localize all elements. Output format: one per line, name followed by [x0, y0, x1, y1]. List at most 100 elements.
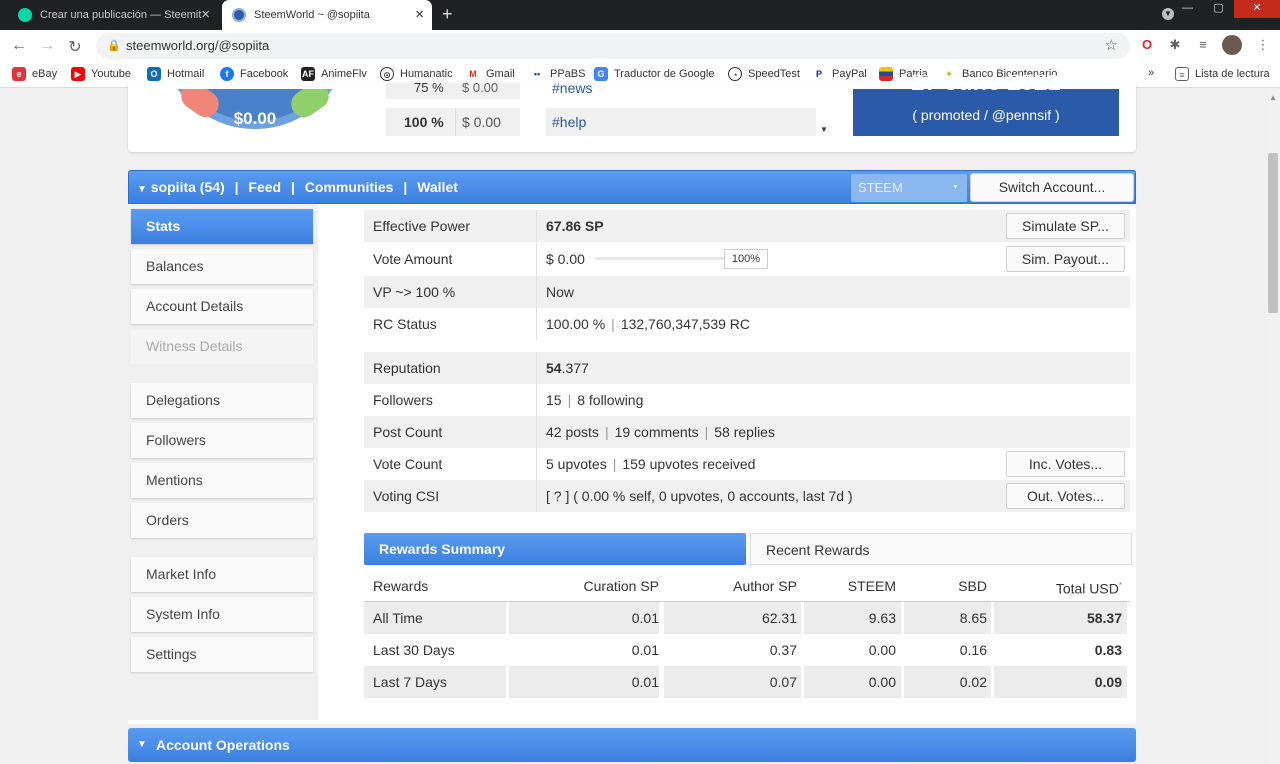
collapse-triangle-icon: ▼: [137, 739, 147, 750]
tab-steemworld[interactable]: SteemWorld ~ @sopiita ×: [222, 0, 432, 30]
scrollbar-thumb[interactable]: [1268, 153, 1278, 313]
tab-title: Crear una publicación — Steemit: [40, 9, 202, 21]
close-window-icon[interactable]: ✕: [1234, 0, 1280, 18]
scroll-down-icon[interactable]: ▼: [820, 125, 828, 134]
wallet-link[interactable]: Wallet: [417, 179, 458, 195]
table-cell-steem: 9.63: [804, 602, 896, 634]
promo-banner[interactable]: 27 June 2021 ( promoted / @pennsif ): [849, 75, 1123, 139]
forward-icon[interactable]: →: [38, 37, 56, 55]
bookmark-hotmail[interactable]: O Hotmail: [147, 67, 204, 81]
simulate-sp-button[interactable]: Simulate SP...: [1006, 213, 1125, 239]
humanatic-icon: ⊙: [380, 67, 394, 81]
following-count[interactable]: 8 following: [577, 392, 643, 408]
upvotes-received: 159 upvotes received: [622, 456, 756, 472]
collapse-triangle-icon[interactable]: ▼: [137, 184, 147, 195]
bookmark-gmail[interactable]: M Gmail: [466, 67, 515, 81]
scroll-up-icon[interactable]: ▲: [1269, 93, 1277, 102]
inc-votes-button[interactable]: Inc. Votes...: [1006, 451, 1125, 477]
bookmark-translate[interactable]: G Traductor de Google: [594, 67, 714, 81]
tab-rewards-summary[interactable]: Rewards Summary: [364, 533, 746, 565]
translate-icon: G: [594, 67, 608, 81]
tag-list: #news #help ▼: [540, 83, 834, 139]
sidebar-item-balances[interactable]: Balances: [131, 249, 313, 284]
window-controls: — ▢ ✕: [1172, 0, 1280, 18]
bookmark-humanatic[interactable]: ⊙ Humanatic: [380, 67, 453, 81]
vote-row: 75 % $ 0.00: [386, 83, 520, 99]
sim-payout-button[interactable]: Sim. Payout...: [1006, 246, 1125, 272]
table-cell-curation: 0.01: [631, 642, 659, 658]
gmail-icon: M: [466, 67, 480, 81]
sidebar-item-account-details[interactable]: Account Details: [131, 289, 313, 324]
bookmark-facebook[interactable]: f Facebook: [220, 67, 288, 81]
tag-item[interactable]: #help: [546, 108, 816, 136]
tab-steemit[interactable]: Crear una publicación — Steemit ×: [8, 0, 218, 30]
tab-recent-rewards[interactable]: Recent Rewards: [750, 533, 1132, 565]
feed-link[interactable]: Feed: [248, 179, 281, 195]
menu-icon[interactable]: ⋮: [1254, 36, 1272, 54]
bookmark-star-icon[interactable]: ☆: [1105, 33, 1118, 59]
sidebar-item-witness-details[interactable]: Witness Details: [131, 329, 313, 364]
bookmark-ebay[interactable]: e eBay: [12, 67, 57, 81]
table-row: All Time 0.01 62.31 9.63 8.65 58.37: [364, 602, 1130, 634]
table-cell-sbd: 8.65: [904, 602, 987, 634]
reload-icon[interactable]: ↻: [66, 37, 84, 57]
url-bar[interactable]: 🔒 steemworld.org/@sopiita ☆: [96, 33, 1130, 59]
tab-strip: Crear una publicación — Steemit × SteemW…: [0, 0, 1280, 30]
rc-pct: 100.00 %: [546, 316, 606, 332]
communities-link[interactable]: Communities: [305, 179, 394, 195]
out-votes-button[interactable]: Out. Votes...: [1006, 483, 1125, 509]
stat-row-post-count: Post Count 42 posts | 19 comments | 58 repli…: [364, 416, 1130, 448]
new-tab-icon[interactable]: +: [442, 4, 453, 25]
bookmark-animeflv[interactable]: AF AnimeFlv: [301, 67, 367, 81]
sidebar-item-settings[interactable]: Settings: [131, 637, 313, 672]
bookmark-speedtest[interactable]: ◔ SpeedTest: [728, 67, 800, 81]
vp-value: Now: [546, 284, 575, 300]
close-tab-icon[interactable]: ×: [201, 7, 210, 22]
lock-icon: 🔒: [107, 40, 121, 52]
gauge-value: $0.00: [233, 109, 277, 128]
sidebar-item-delegations[interactable]: Delegations: [131, 383, 313, 418]
vote-weight-slider-handle[interactable]: 100%: [724, 249, 768, 269]
table-header-row: Rewards Curation SP Author SP STEEM SBD …: [364, 570, 1130, 602]
table-cell-curation: 0.01: [509, 602, 659, 634]
table-cell-period: All Time: [373, 602, 503, 634]
profile-avatar[interactable]: [1222, 35, 1242, 55]
switch-account-button[interactable]: Switch Account...: [970, 173, 1134, 202]
promo-date: 27 June 2021: [911, 75, 1061, 96]
vote-gauge: $0.00: [160, 89, 350, 134]
table-cell-sbd: 0.16: [959, 642, 987, 658]
reading-list[interactable]: ≡ Lista de lectura: [1175, 67, 1270, 81]
tag-item[interactable]: #news: [546, 83, 816, 99]
sidebar-item-orders[interactable]: Orders: [131, 503, 313, 538]
sidebar-item-mentions[interactable]: Mentions: [131, 463, 313, 498]
account-name-link[interactable]: sopiita (54): [151, 179, 225, 195]
reading-list-icon: ≡: [1175, 67, 1189, 81]
extensions-icon[interactable]: ✱: [1166, 36, 1184, 54]
sidebar-item-system-info[interactable]: System Info: [131, 597, 313, 632]
reading-mode-icon[interactable]: ≡: [1194, 36, 1212, 54]
opera-icon[interactable]: O: [1138, 36, 1156, 54]
table-cell-steem: 0.00: [804, 666, 896, 698]
followers-count[interactable]: 15: [546, 392, 562, 408]
tab-title: SteemWorld ~ @sopiita: [254, 9, 370, 21]
maximize-icon[interactable]: ▢: [1203, 0, 1234, 18]
account-operations-bar[interactable]: ▼ Account Operations: [128, 728, 1136, 762]
close-tab-icon[interactable]: ×: [415, 7, 424, 22]
table-cell-period: Last 7 Days: [373, 666, 503, 698]
stat-row-rc: RC Status 100.00 % | 132,760,347,539 RC: [364, 308, 1130, 340]
bookmark-ppabs[interactable]: •• PPaBS: [530, 67, 585, 81]
back-icon[interactable]: ←: [10, 37, 28, 55]
bookmark-youtube[interactable]: ▶ Youtube: [71, 67, 131, 81]
minimize-icon[interactable]: —: [1172, 0, 1203, 18]
voting-csi-value: [ ? ] ( 0.00 % self, 0 upvotes, 0 accoun…: [546, 488, 853, 504]
currency-select[interactable]: STEEM ▼: [851, 174, 967, 202]
rc-amount: 132,760,347,539 RC: [620, 316, 751, 332]
account-nav: ▼ sopiita (54) | Feed | Communities | Wa…: [137, 179, 458, 195]
url-text: steemworld.org/@sopiita: [126, 38, 270, 53]
sidebar-item-stats[interactable]: Stats: [131, 209, 313, 244]
sidebar-item-followers[interactable]: Followers: [131, 423, 313, 458]
sidebar-item-market-info[interactable]: Market Info: [131, 557, 313, 592]
posts-count: 42 posts: [546, 424, 599, 440]
ppabs-icon: ••: [530, 67, 544, 81]
bookmarks-more-icon[interactable]: »: [1148, 67, 1154, 79]
